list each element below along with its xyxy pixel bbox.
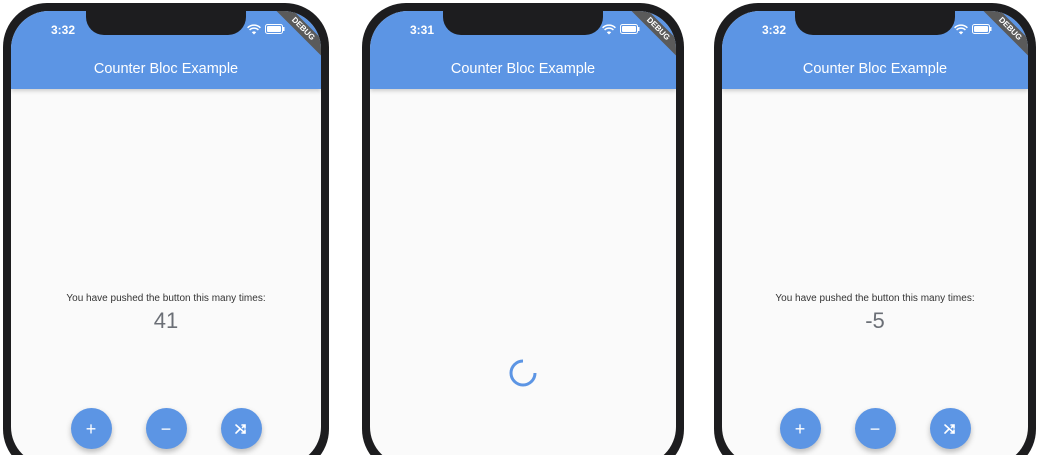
fab-row: + −	[722, 408, 1028, 449]
notch	[443, 11, 603, 35]
phone-screen-3: 3:32 DEBUG Counter Bloc Example You have…	[722, 11, 1028, 455]
status-time: 3:32	[762, 23, 787, 37]
app-title: Counter Bloc Example	[93, 61, 239, 77]
decrement-button[interactable]: −	[854, 408, 896, 449]
shuffle-button[interactable]	[220, 408, 262, 449]
notch	[795, 11, 955, 35]
debug-banner: DEBUG	[270, 11, 321, 62]
phone-screen-1: 3:32 DEBUG Counter Bloc Example You have…	[11, 11, 321, 455]
battery-icon	[972, 24, 992, 34]
wifi-icon	[247, 23, 261, 35]
counter-caption: You have pushed the button this many tim…	[775, 293, 975, 304]
increment-button[interactable]: +	[70, 408, 112, 449]
plus-icon: +	[794, 418, 806, 439]
app-title: Counter Bloc Example	[450, 61, 596, 77]
wifi-icon	[602, 23, 616, 35]
counter-block: You have pushed the button this many tim…	[11, 293, 321, 334]
decrement-button[interactable]: −	[145, 408, 187, 449]
increment-button[interactable]: +	[779, 408, 821, 449]
counter-caption: You have pushed the button this many tim…	[66, 293, 266, 304]
status-icons	[247, 22, 285, 36]
counter-value: 41	[153, 308, 179, 333]
counter-block: You have pushed the button this many tim…	[722, 293, 1028, 334]
status-time: 3:32	[51, 23, 76, 37]
shuffle-button[interactable]	[929, 408, 971, 449]
battery-icon	[620, 24, 640, 34]
counter-value: -5	[865, 308, 885, 333]
phone-frame-3: 3:32 DEBUG Counter Bloc Example You have…	[714, 3, 1036, 455]
wifi-icon	[954, 23, 968, 35]
status-time: 3:31	[410, 23, 435, 37]
screenshots-stage: 3:32 DEBUG Counter Bloc Example You have…	[0, 0, 1041, 455]
plus-icon: +	[85, 418, 97, 439]
phone-frame-2: 3:31 DEBUG Counter Bloc Example	[362, 3, 684, 455]
debug-banner: DEBUG	[625, 11, 676, 62]
debug-banner: DEBUG	[977, 11, 1028, 62]
status-icons	[602, 22, 640, 36]
shuffle-icon	[943, 422, 957, 436]
battery-icon	[265, 24, 285, 34]
app-title: Counter Bloc Example	[802, 61, 948, 77]
minus-icon: −	[869, 418, 881, 439]
fab-row: + −	[11, 408, 321, 449]
loading-spinner-icon	[508, 358, 538, 393]
shuffle-icon	[234, 422, 248, 436]
minus-icon: −	[160, 418, 172, 439]
phone-frame-1: 3:32 DEBUG Counter Bloc Example You have…	[3, 3, 329, 455]
status-icons	[954, 22, 992, 36]
phone-screen-2: 3:31 DEBUG Counter Bloc Example	[370, 11, 676, 455]
notch	[86, 11, 246, 35]
